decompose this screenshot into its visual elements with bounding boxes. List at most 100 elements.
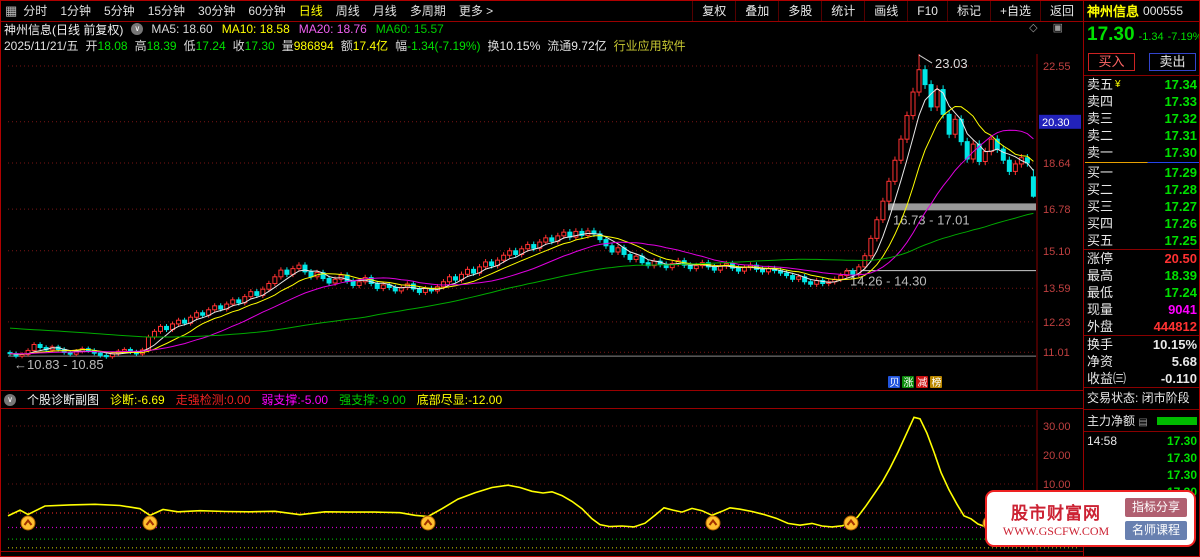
stat2-row-0[interactable]: 换手 10.15% [1084,336,1200,353]
svg-text:涨: 涨 [904,377,914,389]
price-change-pct: -7.19% [1167,31,1200,43]
stat-row-4[interactable]: 外盘 444812 [1084,318,1200,335]
main-force-row[interactable]: 主力净额 ▤ [1084,409,1200,432]
stat2-row-1[interactable]: 净资 5.68 [1084,353,1200,370]
info-field-5: 额17.4亿 [340,39,389,53]
window-layout-icon[interactable]: ▦ [0,3,23,19]
toolbar-button-8[interactable]: 返回 [1039,0,1083,21]
period-tabs: 分时 1分钟 5分钟 15分钟 30分钟 60分钟 日线 周线 月线 多周期 更多 > [23,2,493,19]
toolbar-button-7[interactable]: +自选 [989,0,1040,21]
price-change: -1.34 [1138,31,1164,43]
indicator-title: 个股诊断副图 [27,393,100,407]
stat-row-1[interactable]: 最高 18.39 [1084,267,1200,284]
ma-value-2: MA20: 18.76 [298,22,367,36]
main-candlestick-chart[interactable]: 22.55 20.30 18.64 16.78 15.10 13.59 12.23 11.01… [0,54,1083,390]
toolbar-button-6[interactable]: 标记 [946,0,990,21]
toolbar-button-0[interactable]: 复权 [692,0,735,21]
collapse-icon[interactable]: ∨ [4,393,16,406]
indicator-field-1: 走强检测:0.00 [175,393,251,407]
badge-teacher-course[interactable]: 名师课程 [1125,520,1187,540]
period-tab-3[interactable]: 15分钟 [148,2,185,19]
svg-text:18.64: 18.64 [1043,158,1071,170]
period-tab-2[interactable]: 5分钟 [104,2,135,19]
toolbar-buttons: 复权 叠加 多股 统计 画线 F10 标记 +自选 返回 [692,0,1083,21]
quote-date: 2025/11/21/五 [4,39,79,53]
buy-level-4[interactable]: 买四 17.26 [1084,215,1200,232]
toolbar-button-1[interactable]: 叠加 [735,0,778,21]
buy-level-3[interactable]: 买三 17.27 [1084,198,1200,215]
info-field-6: 幅-1.34(-7.19%) [395,39,481,53]
buy-level-2[interactable]: 买二 17.28 [1084,181,1200,198]
list-icon[interactable]: ▤ [1138,417,1147,428]
svg-text:榜: 榜 [932,376,942,389]
chart-header: 神州信息(日线 前复权) ∨ MA5: 18.60 MA10: 18.58 MA20… [0,21,1083,37]
quote-title-row[interactable]: 神州信息 000555 [1084,0,1200,22]
ma-value-0: MA5: 18.60 [151,22,213,36]
indicator-values: 诊断:-6.69 走强检测:0.00 弱支撑:-5.00 强支撑:-9.00 底部尽显:… [110,391,513,408]
stat2-row-2[interactable]: 收益㈢ -0.110 [1084,370,1200,387]
svg-text:减: 减 [918,377,928,389]
sell-level-2[interactable]: 卖二 17.31 [1084,127,1200,144]
indicator-field-3: 强支撑:-9.00 [339,393,406,407]
info-field-2: 低17.24 [183,39,226,53]
order-buttons-row: 买入 卖出 [1084,48,1200,76]
badge-indicator-share[interactable]: 指标分享 [1125,497,1187,517]
info-field-7: 换10.15% [487,39,541,53]
watermark-ad[interactable]: 股市财富网 WWW.GSCFW.COM 指标分享 名师课程 [985,490,1196,547]
info-field-3: 收17.30 [232,39,275,53]
trade-status: 交易状态: 闭市阶段 [1084,387,1200,409]
svg-text:13.59: 13.59 [1043,283,1071,295]
svg-text:11.01: 11.01 [1043,347,1070,359]
trade-row-1: 17.30 [1166,450,1197,465]
quote-price-row: 17.30 -1.34 -7.19% [1084,22,1200,48]
svg-text:15.10: 15.10 [1043,246,1071,258]
toolbar-button-5[interactable]: F10 [907,0,947,21]
stock-app-window: ▦ 分时 1分钟 5分钟 15分钟 30分钟 60分钟 日线 周线 月线 多周期 更多 > 复权 叠加… [0,0,1200,557]
stat-row-2[interactable]: 最低 17.24 [1084,284,1200,301]
diagnosis-indicator-chart[interactable]: 30.0020.0010.00 [0,410,1083,551]
info-field-1: 高18.39 [134,39,177,53]
svg-text:16.73 - 17.01: 16.73 - 17.01 [893,212,970,227]
sell-level-3[interactable]: 卖三 17.32 [1084,110,1200,127]
period-tab-7[interactable]: 周线 [336,2,360,19]
buy-level-1[interactable]: 买一 17.29 [1084,164,1200,181]
svg-text:23.03: 23.03 [935,56,968,71]
period-tab-1[interactable]: 1分钟 [60,2,91,19]
svg-text:20.30: 20.30 [1042,117,1070,129]
toolbar-button-2[interactable]: 多股 [778,0,821,21]
period-tab-9[interactable]: 多周期 [410,2,446,19]
quote-panel: 神州信息 000555 17.30 -1.34 -7.19% 买入 卖出 卖五 ¥… [1083,0,1200,557]
buy-button[interactable]: 买入 [1088,52,1135,71]
period-tab-0[interactable]: 分时 [23,2,47,19]
sell-button[interactable]: 卖出 [1149,52,1196,71]
period-tab-8[interactable]: 月线 [373,2,397,19]
ma-values: MA5: 18.60 MA10: 18.58 MA20: 18.76 MA60: 15… [151,22,453,36]
buy-level-5[interactable]: 买五 17.25 [1084,232,1200,249]
svg-text:14.26 - 14.30: 14.26 - 14.30 [850,274,927,289]
period-tab-4[interactable]: 30分钟 [198,2,235,19]
period-tab-6[interactable]: 日线 [299,2,323,19]
period-tab-10[interactable]: 更多 > [459,2,493,19]
stat-row-0[interactable]: 涨停 20.50 [1084,250,1200,267]
main-force-bar [1157,416,1197,425]
stock-code: 000555 [1143,3,1184,18]
window-control-icons[interactable]: ◇ ▣ [1029,21,1069,34]
sell-level-4[interactable]: 卖四 17.33 [1084,93,1200,110]
info-field-0: 开18.08 [85,39,128,53]
sell-level-1[interactable]: 卖一 17.30 [1084,144,1200,161]
svg-text:22.55: 22.55 [1043,61,1071,73]
indicator-header: ∨ 个股诊断副图 诊断:-6.69 走强检测:0.00 弱支撑:-5.00 强支撑:-… [0,390,1083,409]
toolbar-button-3[interactable]: 统计 [821,0,864,21]
svg-text:30.00: 30.00 [1043,421,1071,433]
stat-row-3[interactable]: 现量 9041 [1084,301,1200,318]
daily-quote-infobar: 2025/11/21/五 开18.08 高18.39 低17.24 收17.30 量986… [0,37,1083,54]
toolbar-button-4[interactable]: 画线 [864,0,907,21]
ma-value-3: MA60: 15.57 [375,22,444,36]
period-tab-5[interactable]: 60分钟 [248,2,285,19]
ma-value-1: MA10: 18.58 [221,22,290,36]
stats-section-2: 换手 10.15% 净资 5.68 收益㈢ -0.110 [1084,335,1200,387]
trade-row-0: 14:58 17.30 [1087,433,1197,448]
chevron-down-icon[interactable]: ∨ [131,23,144,35]
sell-level-5[interactable]: 卖五 ¥17.34 [1084,76,1200,93]
stats-section: 涨停 20.50 最高 18.39 最低 17.24 现量 9041 外盘 444812 [1084,249,1200,335]
